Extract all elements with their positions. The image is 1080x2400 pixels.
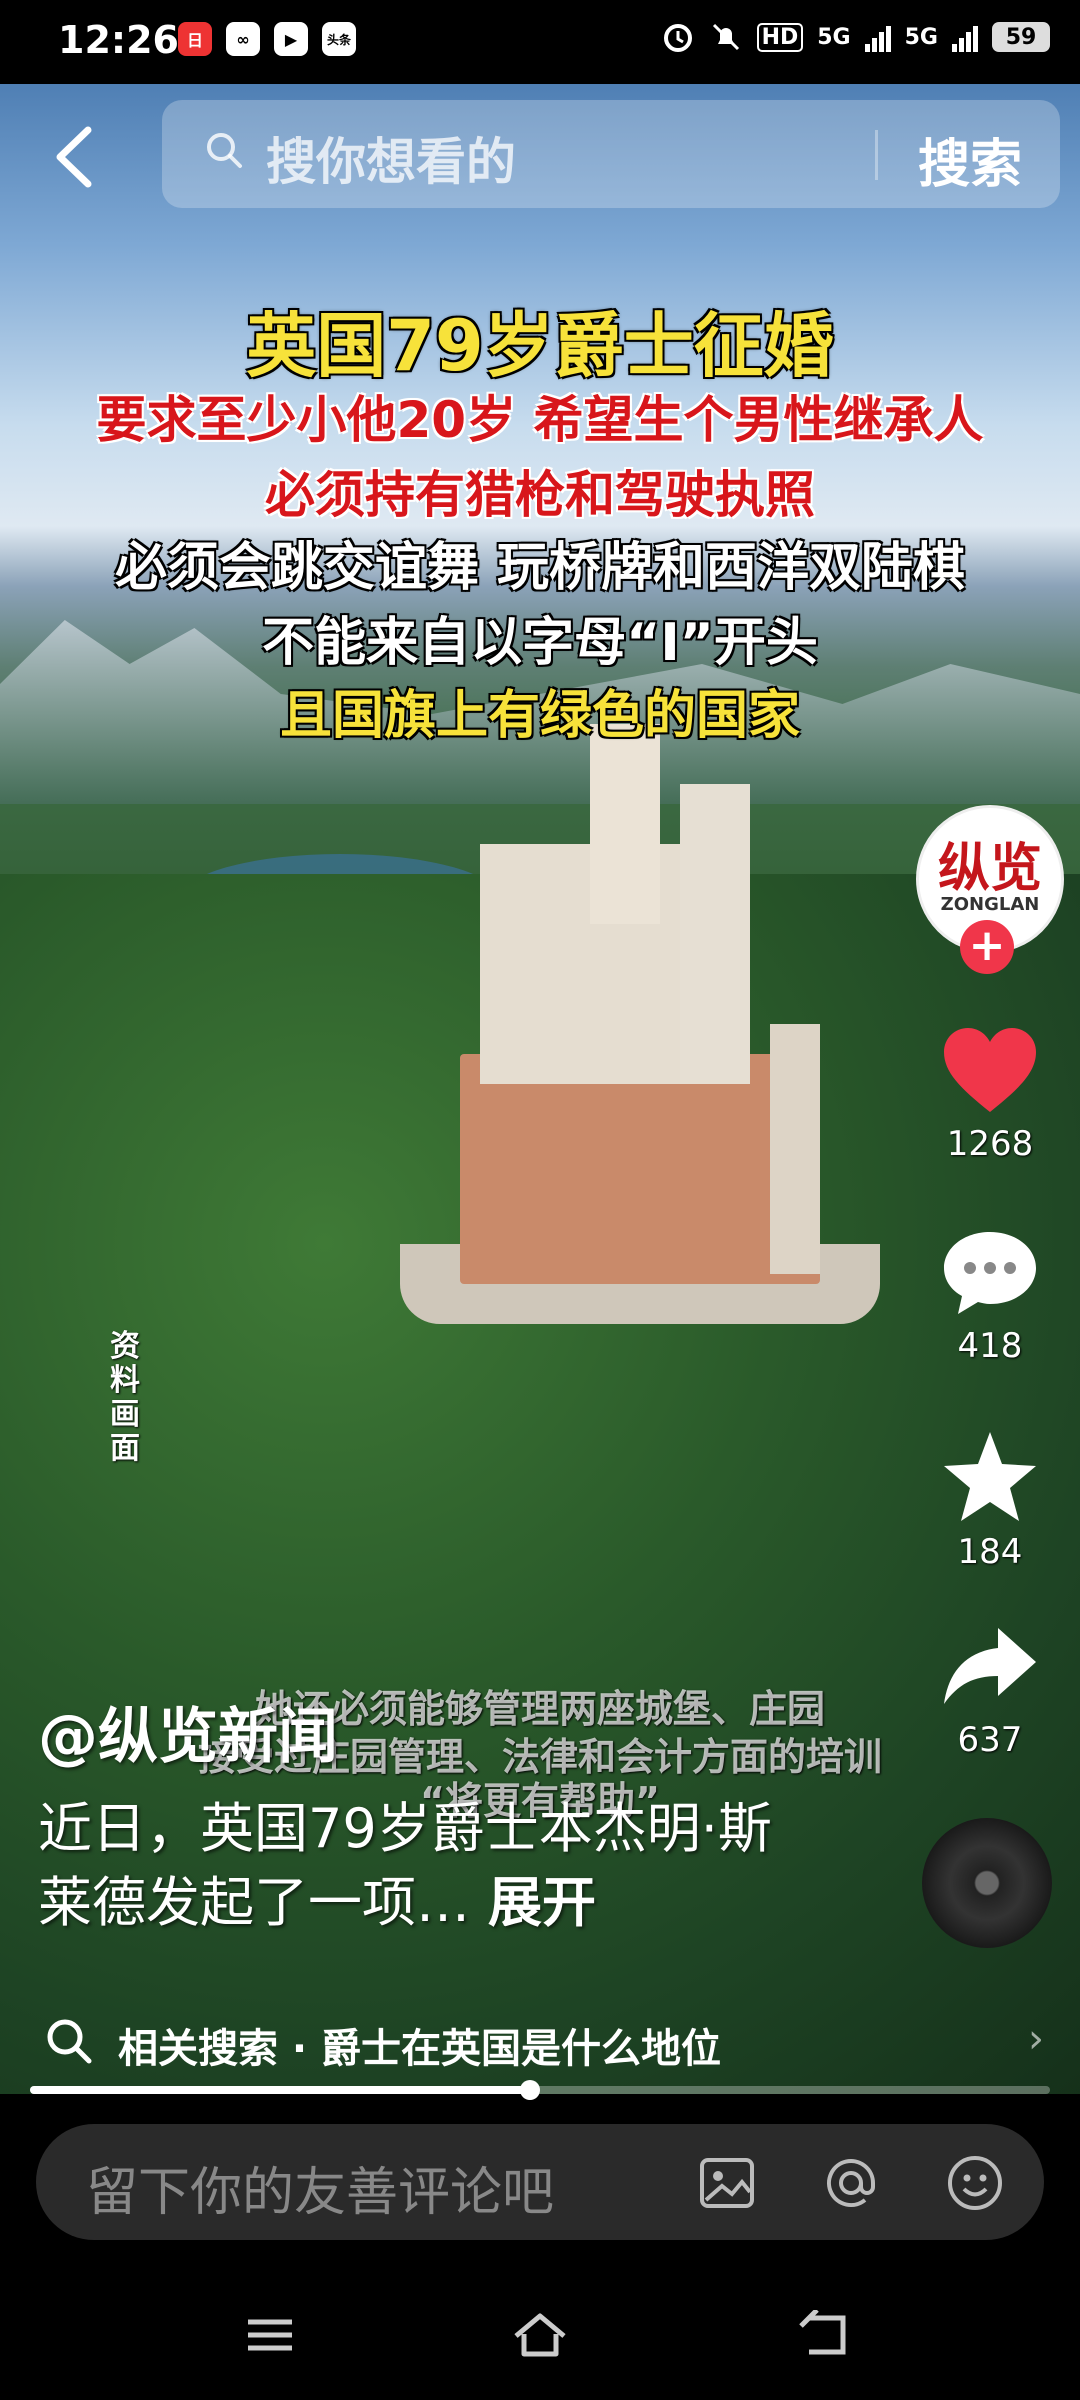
network-5g-2: 5G [904,24,938,50]
expand-button[interactable]: 展开 [488,1871,596,1934]
back-arrow-icon[interactable] [46,122,106,192]
system-nav-bar [0,2270,1080,2400]
comment-count: 418 [957,1326,1023,1366]
alarm-icon [663,24,692,52]
music-disc-icon[interactable] [922,1818,1052,1948]
favorite-count: 184 [957,1532,1023,1572]
status-app-icons: 日 ∞ ▶ 头条 [178,22,356,56]
comment-input[interactable]: 留下你的友善评论吧 [86,2150,554,2225]
image-icon[interactable] [696,2152,758,2214]
notification-app-icon: 日 [178,22,212,56]
signal-icon [952,22,978,52]
comment-button[interactable]: 418 [930,1228,1050,1366]
hd-label: HD [756,22,804,52]
progress-fill [30,2086,530,2094]
search-box[interactable]: 搜你想看的 搜索 [162,100,1060,208]
search-button[interactable]: 搜索 [918,122,1022,197]
signal-icon [864,22,891,52]
at-icon[interactable] [820,2152,882,2214]
headline-line: 且国旗上有绿色的国家 [279,686,800,746]
headline-line: 要求至少小他20岁 希望生个男性继承人 [96,391,984,449]
battery-icon: 59 [992,22,1050,52]
headline-title: 英国79岁爵士征婚 [246,305,834,387]
notification-app-icon: 头条 [322,22,356,56]
status-bar: 12:26 日 ∞ ▶ 头条 HD 5G 5G 59 [0,0,1080,84]
search-icon [47,2019,92,2064]
description-text: 近日，英国79岁爵士本杰明·斯莱德发起了一项… [38,1797,772,1934]
top-search-bar: 搜你想看的 搜索 [0,100,1080,210]
avatar-logo-text: 纵览 [937,839,1042,899]
author-name[interactable]: @纵览新闻 [38,1688,338,1775]
source-tag: 资料画面 [110,1329,140,1466]
home-icon[interactable] [510,2310,570,2360]
notification-app-icon: ∞ [226,22,260,56]
star-icon [944,1432,1036,1521]
progress-knob[interactable] [519,2080,540,2100]
chevron-right-icon: › [1028,2016,1044,2062]
status-indicators: HD 5G 5G 59 [661,20,1050,54]
related-search-text: 相关搜索 · 爵士在英国是什么地位 [118,2026,722,2072]
video-castle [400,724,880,1324]
status-time: 12:26 [58,18,179,62]
search-icon [207,133,242,168]
headline-line: 必须会跳交谊舞 玩桥牌和西洋双陆棋 [114,538,966,598]
heart-icon [944,1028,1036,1112]
avatar-logo-sub: ZONGLAN [940,894,1040,915]
comment-bubble-icon [944,1232,1036,1314]
mute-bell-icon [712,23,739,51]
like-count: 1268 [946,1124,1034,1164]
post-description[interactable]: 近日，英国79岁爵士本杰明·斯莱德发起了一项… 展开 [38,1792,808,1940]
search-input[interactable]: 搜你想看的 [266,122,516,194]
network-5g-1: 5G [817,24,851,50]
search-divider [875,130,878,180]
video-progress-bar[interactable] [30,2080,1050,2100]
back-icon[interactable] [795,2310,855,2360]
like-button[interactable]: 1268 [930,1026,1050,1164]
notification-app-icon: ▶ [274,22,308,56]
headline-line: 必须持有猎枪和驾驶执照 [265,466,815,524]
headline-line: 不能来自以字母“I”开头 [262,613,818,673]
emoji-icon[interactable] [944,2152,1006,2214]
menu-icon[interactable] [240,2310,300,2360]
favorite-button[interactable]: 184 [930,1428,1050,1572]
comment-bar[interactable]: 留下你的友善评论吧 [36,2124,1044,2240]
follow-button[interactable]: + [960,920,1014,974]
related-search[interactable]: 相关搜索 · 爵士在英国是什么地位 › [0,2002,1080,2078]
